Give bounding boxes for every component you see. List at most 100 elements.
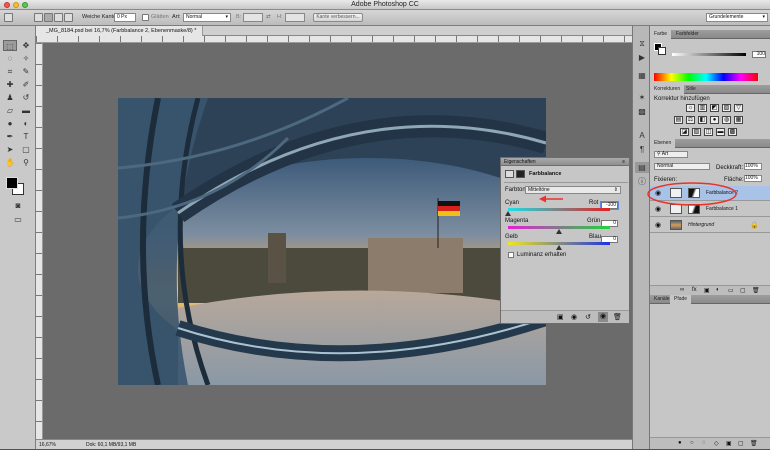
dodge-tool-icon[interactable]: ◐ bbox=[19, 118, 33, 129]
path-selection-icon[interactable]: ➤ bbox=[3, 144, 17, 155]
swatch-panel-icon[interactable]: ▦ bbox=[635, 70, 649, 81]
zoom-tool-icon[interactable]: ⚲ bbox=[19, 157, 33, 168]
marquee-tool-icon[interactable]: ⬚ bbox=[3, 40, 17, 51]
tab-layers[interactable]: Ebenen bbox=[650, 139, 676, 148]
add-mask-icon[interactable]: ▣ bbox=[726, 440, 732, 447]
feather-input[interactable]: 0 Px bbox=[114, 13, 136, 22]
selective-color-icon[interactable]: ▩ bbox=[728, 128, 737, 136]
fill-path-icon[interactable]: ● bbox=[678, 440, 682, 446]
tab-swatches[interactable]: Farbfelder bbox=[672, 30, 703, 39]
panel-menu-icon[interactable]: ≡ bbox=[622, 158, 625, 166]
document-tab[interactable]: _MG_8184.psd bei 16,7% (Farbbalance 2, E… bbox=[36, 26, 204, 36]
load-selection-icon[interactable]: ◌ bbox=[702, 440, 706, 446]
intersect-selection-icon[interactable] bbox=[64, 13, 73, 22]
paragraph-panel-icon[interactable]: ¶ bbox=[635, 144, 649, 155]
visibility-eye-icon[interactable]: ◉ bbox=[655, 222, 661, 229]
posterize-icon[interactable]: ▧ bbox=[692, 128, 701, 136]
blur-tool-icon[interactable]: ● bbox=[3, 118, 17, 129]
new-group-icon[interactable]: ▭ bbox=[728, 287, 734, 294]
smooth-checkbox[interactable] bbox=[142, 14, 149, 21]
new-path-icon[interactable]: ▢ bbox=[738, 440, 744, 447]
horizontal-ruler[interactable] bbox=[36, 36, 632, 43]
stroke-path-icon[interactable]: ○ bbox=[690, 440, 694, 446]
gradient-map-icon[interactable]: ▬ bbox=[716, 128, 725, 136]
color-value-slider[interactable] bbox=[672, 53, 746, 56]
invert-icon[interactable]: ◪ bbox=[680, 128, 689, 136]
brush-tool-icon[interactable]: ✐ bbox=[19, 79, 33, 90]
clone-stamp-icon[interactable]: ♟ bbox=[3, 92, 17, 103]
layer-filter-select[interactable]: ⚲ Art bbox=[654, 151, 688, 158]
cyan-red-slider[interactable] bbox=[508, 208, 610, 211]
magic-wand-icon[interactable]: ✧ bbox=[19, 53, 33, 64]
gradient-tool-icon[interactable]: ▬ bbox=[19, 105, 33, 116]
quick-mask-icon[interactable]: ◙ bbox=[11, 200, 25, 211]
visibility-icon[interactable]: ◉ bbox=[598, 312, 608, 322]
color-spectrum[interactable] bbox=[654, 73, 758, 81]
swap-icon[interactable]: ⇄ bbox=[266, 13, 271, 22]
new-layer-icon[interactable]: ▢ bbox=[740, 287, 746, 294]
vibrance-icon[interactable]: ▽ bbox=[734, 104, 743, 112]
delete-path-icon[interactable]: 🗑 bbox=[750, 440, 758, 447]
type-tool-icon[interactable]: T bbox=[19, 131, 33, 142]
move-tool-icon[interactable]: ✥ bbox=[19, 40, 33, 51]
yellow-blue-slider-thumb[interactable] bbox=[556, 245, 562, 250]
shape-tool-icon[interactable]: ▢ bbox=[19, 144, 33, 155]
trash-icon[interactable]: 🗑 bbox=[613, 313, 622, 321]
pen-tool-icon[interactable]: ✒ bbox=[3, 131, 17, 142]
healing-brush-icon[interactable]: ✚ bbox=[3, 79, 17, 90]
hand-tool-icon[interactable]: ✋ bbox=[3, 157, 17, 168]
actions-panel-icon[interactable]: ▶ bbox=[635, 52, 649, 63]
brush-panel-icon[interactable]: ✶ bbox=[635, 92, 649, 103]
eraser-icon[interactable]: ▱ bbox=[3, 105, 17, 116]
visibility-eye-icon[interactable]: ◉ bbox=[655, 206, 661, 213]
character-panel-icon[interactable]: A bbox=[635, 130, 649, 141]
clone-source-icon[interactable]: ▩ bbox=[635, 106, 649, 117]
color-lookup-icon[interactable]: ▦ bbox=[734, 116, 743, 124]
exposure-icon[interactable]: ▨ bbox=[722, 104, 731, 112]
layer-row-hintergrund[interactable]: ◉ Hintergrund 🔒 bbox=[650, 218, 770, 233]
photo-filter-icon[interactable]: ● bbox=[710, 116, 719, 124]
curves-icon[interactable]: ◩ bbox=[710, 104, 719, 112]
brightness-icon[interactable]: ☼ bbox=[686, 104, 695, 112]
color-balance-adj-icon[interactable]: ⚖ bbox=[686, 116, 695, 124]
view-previous-icon[interactable]: ◉ bbox=[571, 313, 577, 321]
hue-saturation-icon[interactable]: ▤ bbox=[674, 116, 683, 124]
add-mask-icon[interactable]: ▣ bbox=[704, 287, 710, 294]
make-work-path-icon[interactable]: ◇ bbox=[714, 440, 719, 447]
blend-mode-select[interactable]: Normal bbox=[654, 163, 710, 170]
foreground-color-swatch-top[interactable] bbox=[6, 177, 18, 189]
background-color-chip[interactable] bbox=[658, 47, 666, 55]
add-selection-icon[interactable] bbox=[44, 13, 53, 22]
crop-tool-icon[interactable]: ⌗ bbox=[3, 66, 17, 77]
marquee-preset-icon[interactable] bbox=[4, 13, 13, 22]
cyan-red-slider-thumb[interactable] bbox=[505, 211, 511, 216]
preserve-luminosity-checkbox[interactable] bbox=[508, 252, 514, 258]
height-input[interactable] bbox=[285, 13, 305, 22]
tone-select[interactable]: Mitteltöne ⇕ bbox=[525, 186, 621, 194]
channel-mixer-icon[interactable]: ◍ bbox=[722, 116, 731, 124]
layer-mask-icon[interactable] bbox=[516, 170, 525, 178]
tab-styles[interactable]: Stile bbox=[682, 85, 700, 94]
screen-mode-icon[interactable]: ▭ bbox=[11, 214, 25, 225]
new-selection-icon[interactable] bbox=[34, 13, 43, 22]
properties-panel-header[interactable]: Eigenschaften ≡ bbox=[501, 158, 629, 166]
lasso-tool-icon[interactable]: ◌ bbox=[3, 53, 17, 64]
link-layers-icon[interactable]: ∞ bbox=[680, 287, 684, 293]
subtract-selection-icon[interactable] bbox=[54, 13, 63, 22]
workspace-select[interactable]: Grundelemente ▾ bbox=[706, 13, 768, 22]
tab-corrections[interactable]: Korrekturen bbox=[650, 85, 685, 94]
minimize-window-button[interactable] bbox=[13, 2, 19, 8]
zoom-window-button[interactable] bbox=[22, 2, 28, 8]
delete-layer-icon[interactable]: 🗑 bbox=[752, 287, 760, 294]
magenta-green-slider-thumb[interactable] bbox=[556, 229, 562, 234]
document-image[interactable] bbox=[118, 98, 546, 385]
history-brush-icon[interactable]: ↺ bbox=[19, 92, 33, 103]
close-window-button[interactable] bbox=[4, 2, 10, 8]
vertical-ruler[interactable] bbox=[36, 43, 43, 439]
properties-panel-icon[interactable]: ▤ bbox=[635, 162, 649, 173]
reset-icon[interactable]: ↺ bbox=[585, 313, 591, 321]
fill-input[interactable]: 100% bbox=[744, 175, 762, 182]
eyedropper-icon[interactable]: ✎ bbox=[19, 66, 33, 77]
style-select[interactable]: Normal ▾ bbox=[183, 13, 231, 22]
refine-edge-button[interactable]: Kante verbessern... bbox=[313, 13, 363, 22]
